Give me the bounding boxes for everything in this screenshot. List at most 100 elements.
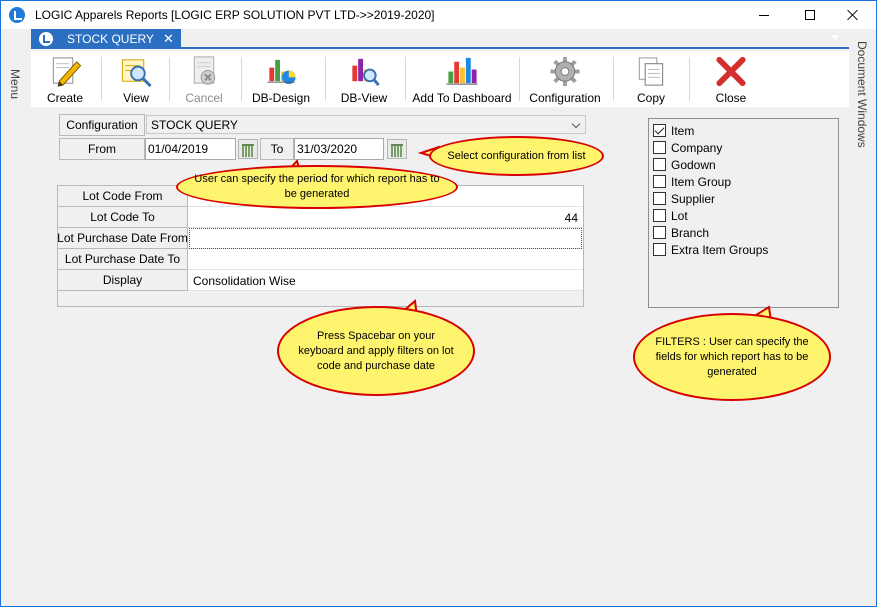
maximize-icon <box>805 10 815 20</box>
filter-label: Supplier <box>671 191 716 206</box>
from-label: From <box>59 138 145 160</box>
gear-icon <box>550 56 580 87</box>
tab-close-icon[interactable]: ✕ <box>163 31 174 47</box>
grid-footer <box>58 291 583 306</box>
add-to-dashboard-icon <box>446 57 478 85</box>
document-windows-label[interactable]: Document Windows <box>855 41 869 148</box>
filter-item[interactable]: Company <box>653 139 722 156</box>
lot-purchase-date-from-field[interactable] <box>189 228 582 249</box>
db-view-label: DB-View <box>340 91 388 105</box>
toolbar-divider <box>101 57 102 101</box>
from-calendar-icon[interactable] <box>238 139 258 159</box>
window-title: LOGIC Apparels Reports [LOGIC ERP SOLUTI… <box>35 8 435 22</box>
configuration-select[interactable]: STOCK QUERY <box>146 115 586 134</box>
to-date-input[interactable]: 31/03/2020 <box>294 138 384 160</box>
document-tab-strip: STOCK QUERY ✕ <box>31 29 849 49</box>
period-callout: User can specify the period for which re… <box>176 165 458 209</box>
grid-row-label: Lot Purchase Date To <box>58 249 188 270</box>
menu-label[interactable]: Menu <box>8 69 22 99</box>
toolbar-divider <box>169 57 170 101</box>
toolbar-divider <box>405 57 406 101</box>
add-to-dashboard-button[interactable]: Add To Dashboard <box>411 51 513 105</box>
grid-row[interactable]: Lot Purchase Date To <box>58 249 583 270</box>
title-bar: LOGIC Apparels Reports [LOGIC ERP SOLUTI… <box>1 1 876 29</box>
lot-purchase-date-to-field[interactable] <box>189 249 582 270</box>
to-calendar-icon[interactable] <box>387 139 407 159</box>
grid-row-label: Lot Code To <box>58 207 188 228</box>
checkbox[interactable] <box>653 209 666 222</box>
maximize-button[interactable] <box>787 1 833 29</box>
grid-row[interactable]: Lot Purchase Date From <box>57 228 583 249</box>
menu-sidebar[interactable]: Menu <box>1 29 30 606</box>
db-design-button[interactable]: DB-Design <box>249 51 313 105</box>
cancel-label: Cancel <box>185 91 223 105</box>
copy-label: Copy <box>636 91 665 105</box>
grid-row[interactable]: Display Consolidation Wise <box>58 270 583 291</box>
filter-label: Extra Item Groups <box>671 242 769 257</box>
configuration-button[interactable]: Configuration <box>525 51 605 105</box>
filter-item[interactable]: Extra Item Groups <box>653 241 768 258</box>
display-field[interactable]: Consolidation Wise <box>189 270 582 291</box>
tab-dropdown-icon[interactable] <box>831 35 839 40</box>
config-callout-text: Select configuration from list <box>447 149 586 162</box>
filter-item[interactable]: Supplier <box>653 190 715 207</box>
filter-label: Item <box>671 123 695 138</box>
close-label: Close <box>715 91 747 105</box>
toolbar-divider <box>241 57 242 101</box>
spacebar-callout: Press Spacebar on your keyboard and appl… <box>277 306 475 396</box>
checkbox[interactable] <box>653 141 666 154</box>
minimize-button[interactable] <box>741 1 787 29</box>
close-icon <box>847 9 859 21</box>
lot-code-to-field[interactable]: 44 <box>189 207 582 228</box>
copy-button[interactable]: Copy <box>627 51 675 105</box>
filter-label: Lot <box>671 208 688 223</box>
configuration-label: Configuration <box>529 91 601 105</box>
checkbox[interactable] <box>653 158 666 171</box>
document-windows-sidebar[interactable]: Document Windows <box>849 29 876 606</box>
view-label: View <box>123 91 149 105</box>
filters-callout-text: FILTERS : User can specify the fields fo… <box>655 335 809 378</box>
grid-row[interactable]: Lot Code To 44 <box>58 207 583 228</box>
close-window-button[interactable] <box>830 1 876 29</box>
db-design-label: DB-Design <box>251 91 311 105</box>
copy-icon <box>638 57 664 86</box>
checkbox[interactable] <box>653 226 666 239</box>
toolbar-divider <box>689 57 690 101</box>
tab-stock-query[interactable]: STOCK QUERY ✕ <box>31 29 181 49</box>
filters-callout: FILTERS : User can specify the fields fo… <box>633 313 831 401</box>
filter-label: Company <box>671 140 723 155</box>
grid-row-label: Display <box>58 270 188 291</box>
period-callout-text: User can specify the period for which re… <box>194 173 440 200</box>
checkbox[interactable] <box>653 243 666 256</box>
view-icon <box>121 59 152 88</box>
configuration-field-label: Configuration <box>59 114 145 136</box>
filter-label: Branch <box>671 225 710 240</box>
filter-item[interactable]: Item Group <box>653 173 731 190</box>
checkbox[interactable] <box>653 192 666 205</box>
db-view-icon <box>352 58 380 87</box>
to-label: To <box>260 138 294 160</box>
config-callout: Select configuration from list <box>429 136 604 176</box>
filter-item[interactable]: Branch <box>653 224 709 241</box>
spacebar-callout-text: Press Spacebar on your keyboard and appl… <box>298 329 454 372</box>
grid-row-label: Lot Purchase Date From <box>57 228 188 249</box>
app-logo-icon <box>9 7 25 23</box>
from-date-input[interactable]: 01/04/2019 <box>145 138 236 160</box>
filter-item[interactable]: Lot <box>653 207 688 224</box>
checkbox[interactable] <box>653 175 666 188</box>
filter-item[interactable]: Godown <box>653 156 716 173</box>
cancel-icon <box>193 56 216 85</box>
app-window: LOGIC Apparels Reports [LOGIC ERP SOLUTI… <box>0 0 877 607</box>
close-button[interactable]: Close <box>707 51 755 105</box>
add-to-dashboard-label: Add To Dashboard <box>412 91 512 105</box>
toolbar-divider <box>519 57 520 101</box>
configuration-select-value: STOCK QUERY <box>151 117 238 132</box>
checkbox-checked[interactable] <box>653 124 666 137</box>
view-button[interactable]: View <box>111 51 161 105</box>
create-icon <box>52 57 82 87</box>
cancel-button[interactable]: Cancel <box>177 51 231 105</box>
filter-item[interactable]: Item <box>653 122 694 139</box>
create-button[interactable]: Create <box>39 51 91 105</box>
db-design-icon <box>267 59 296 85</box>
db-view-button[interactable]: DB-View <box>333 51 395 105</box>
